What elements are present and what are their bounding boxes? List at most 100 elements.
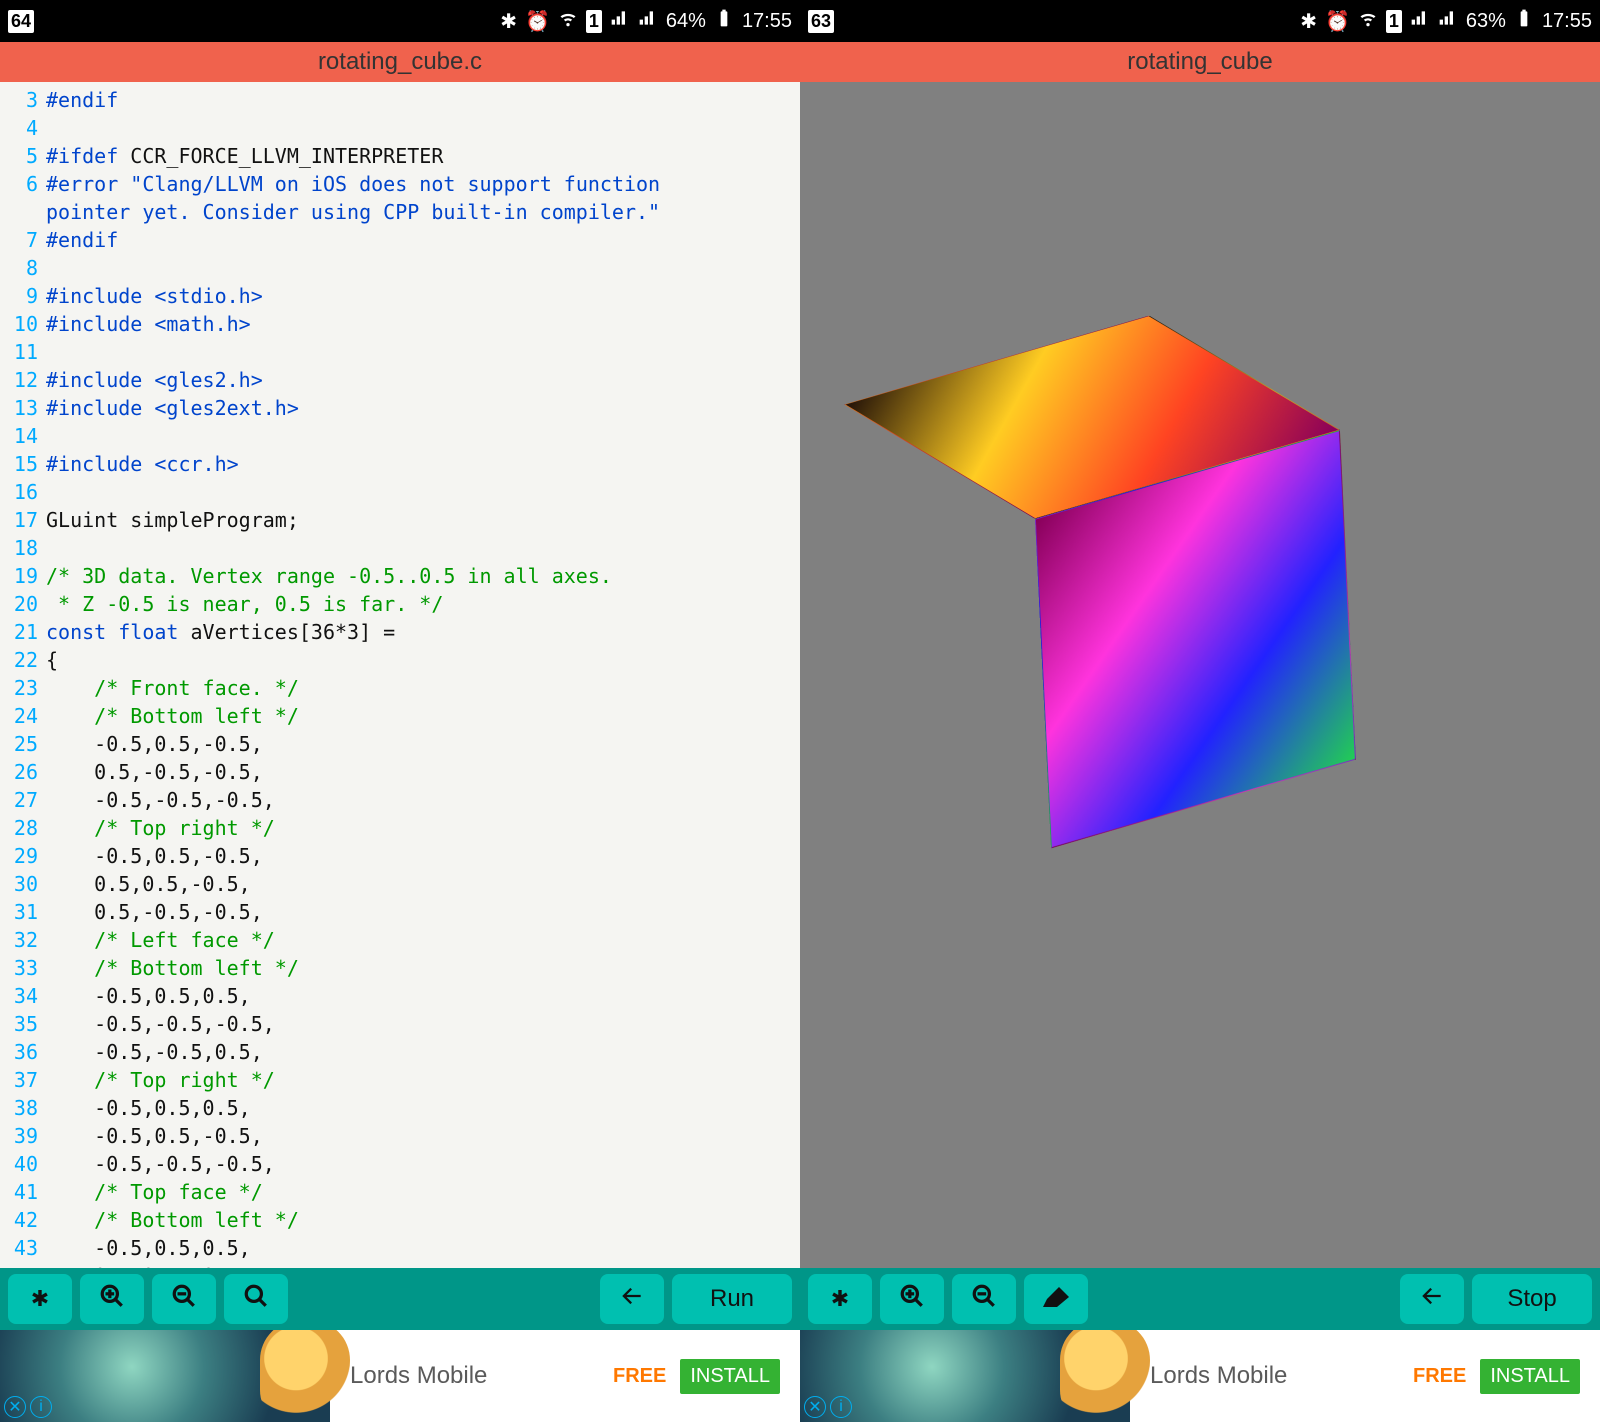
- code-line[interactable]: 8: [0, 254, 800, 282]
- code-content[interactable]: /* Top right */: [46, 814, 275, 842]
- ad-install-button[interactable]: INSTALL: [1480, 1359, 1580, 1394]
- run-button[interactable]: Run: [672, 1274, 792, 1324]
- erase-button[interactable]: [1024, 1274, 1088, 1324]
- code-line[interactable]: 30 0.5,0.5,-0.5,: [0, 870, 800, 898]
- code-line[interactable]: 19/* 3D data. Vertex range -0.5..0.5 in …: [0, 562, 800, 590]
- search-button[interactable]: [224, 1274, 288, 1324]
- code-line[interactable]: 35 -0.5,-0.5,-0.5,: [0, 1010, 800, 1038]
- code-line[interactable]: 17GLuint simpleProgram;: [0, 506, 800, 534]
- code-content[interactable]: -0.5,-0.5,-0.5,: [46, 786, 275, 814]
- opengl-output[interactable]: [800, 82, 1600, 1268]
- code-content[interactable]: -0.5,0.5,-0.5,: [46, 730, 263, 758]
- code-line[interactable]: 5#ifdef CCR_FORCE_LLVM_INTERPRETER: [0, 142, 800, 170]
- code-content[interactable]: /* 3D data. Vertex range -0.5..0.5 in al…: [46, 562, 612, 590]
- code-content[interactable]: /* Bottom left */: [46, 1206, 299, 1234]
- code-content[interactable]: -0.5,0.5,0.5,: [46, 1094, 251, 1122]
- code-editor[interactable]: 3#endif45#ifdef CCR_FORCE_LLVM_INTERPRET…: [0, 82, 800, 1268]
- zoom-out-button[interactable]: [952, 1274, 1016, 1324]
- code-line[interactable]: 11: [0, 338, 800, 366]
- code-content[interactable]: #include <stdio.h>: [46, 282, 263, 310]
- code-line[interactable]: 40 -0.5,-0.5,-0.5,: [0, 1150, 800, 1178]
- code-line[interactable]: 37 /* Top right */: [0, 1066, 800, 1094]
- code-content[interactable]: -0.5,-0.5,0.5,: [46, 1038, 263, 1066]
- code-line[interactable]: 38 -0.5,0.5,0.5,: [0, 1094, 800, 1122]
- code-content[interactable]: /* Bottom left */: [46, 954, 299, 982]
- code-content[interactable]: -0.5,0.5,0.5,: [46, 1234, 251, 1262]
- code-line[interactable]: 20 * Z -0.5 is near, 0.5 is far. */: [0, 590, 800, 618]
- code-line[interactable]: 34 -0.5,0.5,0.5,: [0, 982, 800, 1010]
- code-content[interactable]: #endif: [46, 226, 118, 254]
- line-number: 29: [0, 842, 46, 870]
- zoom-in-button[interactable]: [80, 1274, 144, 1324]
- code-content[interactable]: -0.5,0.5,0.5,: [46, 982, 251, 1010]
- code-content[interactable]: 0.5,-0.5,-0.5,: [46, 758, 263, 786]
- ad-controls[interactable]: ✕i: [4, 1396, 52, 1418]
- zoom-in-button[interactable]: [880, 1274, 944, 1324]
- code-line[interactable]: 21const float aVertices[36*3] =: [0, 618, 800, 646]
- code-line[interactable]: 33 /* Bottom left */: [0, 954, 800, 982]
- code-content[interactable]: #include <gles2ext.h>: [46, 394, 299, 422]
- code-content[interactable]: GLuint simpleProgram;: [46, 506, 299, 534]
- code-line[interactable]: 23 /* Front face. */: [0, 674, 800, 702]
- code-content[interactable]: /* Front face. */: [46, 674, 299, 702]
- code-content[interactable]: #endif: [46, 86, 118, 114]
- code-line[interactable]: 29 -0.5,0.5,-0.5,: [0, 842, 800, 870]
- code-line[interactable]: 32 /* Left face */: [0, 926, 800, 954]
- ad-controls[interactable]: ✕i: [804, 1396, 852, 1418]
- code-content[interactable]: * Z -0.5 is near, 0.5 is far. */: [46, 590, 443, 618]
- code-line[interactable]: 6#error "Clang/LLVM on iOS does not supp…: [0, 170, 800, 198]
- settings-button[interactable]: ✱: [808, 1274, 872, 1324]
- back-button[interactable]: [1400, 1274, 1464, 1324]
- code-content[interactable]: /* Top face */: [46, 1178, 263, 1206]
- code-line[interactable]: 25 -0.5,0.5,-0.5,: [0, 730, 800, 758]
- code-content[interactable]: -0.5,0.5,-0.5,: [46, 842, 263, 870]
- code-line[interactable]: 36 -0.5,-0.5,0.5,: [0, 1038, 800, 1066]
- code-line[interactable]: 12#include <gles2.h>: [0, 366, 800, 394]
- code-line[interactable]: 22{: [0, 646, 800, 674]
- code-line[interactable]: 15#include <ccr.h>: [0, 450, 800, 478]
- code-line[interactable]: 31 0.5,-0.5,-0.5,: [0, 898, 800, 926]
- code-content[interactable]: 0.5,0.5,-0.5,: [46, 870, 251, 898]
- code-line[interactable]: 24 /* Bottom left */: [0, 702, 800, 730]
- zoom-out-button[interactable]: [152, 1274, 216, 1324]
- code-line[interactable]: 27 -0.5,-0.5,-0.5,: [0, 786, 800, 814]
- line-number: 5: [0, 142, 46, 170]
- code-line[interactable]: 10#include <math.h>: [0, 310, 800, 338]
- code-content[interactable]: -0.5,-0.5,-0.5,: [46, 1150, 275, 1178]
- code-content[interactable]: -0.5,-0.5,-0.5,: [46, 1010, 275, 1038]
- code-content[interactable]: {: [46, 646, 58, 674]
- ad-banner-left[interactable]: Lords Mobile FREE INSTALL ✕i: [0, 1330, 800, 1422]
- code-line[interactable]: 28 /* Top right */: [0, 814, 800, 842]
- code-content[interactable]: #include <math.h>: [46, 310, 251, 338]
- code-line[interactable]: 18: [0, 534, 800, 562]
- code-line[interactable]: pointer yet. Consider using CPP built-in…: [0, 198, 800, 226]
- code-line[interactable]: 14: [0, 422, 800, 450]
- code-line[interactable]: 3#endif: [0, 86, 800, 114]
- stop-button[interactable]: Stop: [1472, 1274, 1592, 1324]
- code-content[interactable]: pointer yet. Consider using CPP built-in…: [46, 198, 660, 226]
- ad-install-button[interactable]: INSTALL: [680, 1359, 780, 1394]
- back-button[interactable]: [600, 1274, 664, 1324]
- code-content[interactable]: #include <gles2.h>: [46, 366, 263, 394]
- code-line[interactable]: 13#include <gles2ext.h>: [0, 394, 800, 422]
- code-content[interactable]: -0.5,0.5,-0.5,: [46, 1122, 263, 1150]
- code-content[interactable]: /* Top right */: [46, 1066, 275, 1094]
- settings-button[interactable]: ✱: [8, 1274, 72, 1324]
- code-content[interactable]: /* Left face */: [46, 926, 275, 954]
- code-line[interactable]: 7#endif: [0, 226, 800, 254]
- code-content[interactable]: 0.5,-0.5,-0.5,: [46, 898, 263, 926]
- code-line[interactable]: 39 -0.5,0.5,-0.5,: [0, 1122, 800, 1150]
- code-content[interactable]: #error "Clang/LLVM on iOS does not suppo…: [46, 170, 660, 198]
- code-line[interactable]: 16: [0, 478, 800, 506]
- code-line[interactable]: 26 0.5,-0.5,-0.5,: [0, 758, 800, 786]
- code-content[interactable]: #ifdef CCR_FORCE_LLVM_INTERPRETER: [46, 142, 443, 170]
- code-content[interactable]: /* Bottom left */: [46, 702, 299, 730]
- code-line[interactable]: 4: [0, 114, 800, 142]
- code-line[interactable]: 43 -0.5,0.5,0.5,: [0, 1234, 800, 1262]
- code-content[interactable]: #include <ccr.h>: [46, 450, 239, 478]
- ad-banner-right[interactable]: Lords Mobile FREE INSTALL ✕i: [800, 1330, 1600, 1422]
- code-line[interactable]: 41 /* Top face */: [0, 1178, 800, 1206]
- code-content[interactable]: const float aVertices[36*3] =: [46, 618, 395, 646]
- code-line[interactable]: 9#include <stdio.h>: [0, 282, 800, 310]
- code-line[interactable]: 42 /* Bottom left */: [0, 1206, 800, 1234]
